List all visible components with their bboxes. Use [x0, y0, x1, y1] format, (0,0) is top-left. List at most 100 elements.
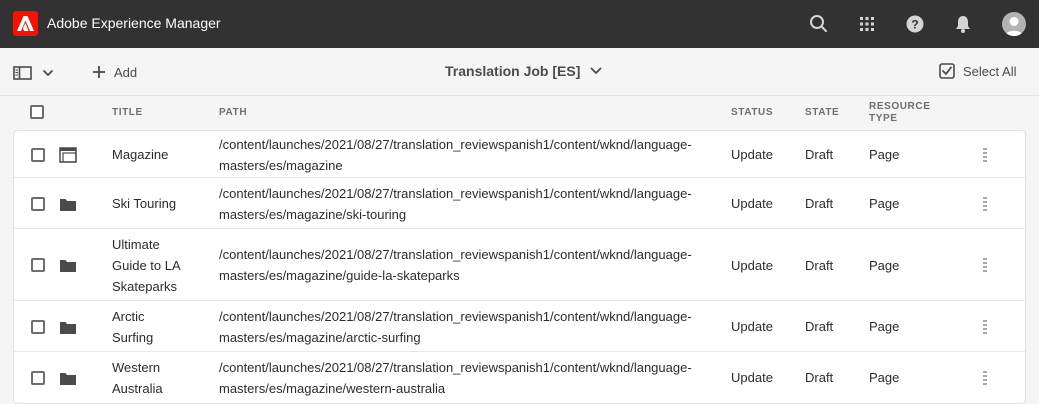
- rail-toggle-button[interactable]: [13, 64, 57, 82]
- row-path-line: /content/launches/2021/08/27/translation…: [219, 247, 692, 262]
- drag-handle-icon[interactable]: [981, 258, 989, 272]
- chevron-down-icon: [590, 67, 602, 74]
- row-type: Page: [869, 196, 900, 211]
- drag-handle-dot: [985, 382, 987, 385]
- row-type: Page: [869, 370, 900, 385]
- row-title-line: Western: [112, 359, 161, 375]
- folder-icon: [59, 370, 77, 386]
- folder-icon: [59, 257, 77, 273]
- row-path: /content/launches/2021/08/27/translation…: [219, 134, 692, 176]
- row-path-line: /content/launches/2021/08/27/translation…: [219, 185, 692, 201]
- row-title[interactable]: Ski Touring: [112, 193, 176, 214]
- table-row[interactable]: Ski Touring/content/launches/2021/08/27/…: [14, 178, 1025, 229]
- row-select-checkbox[interactable]: [31, 147, 45, 162]
- row-title-line: Surfing: [112, 329, 154, 345]
- table-header: TITLE PATH STATUS STATE RESOURCE TYPE: [0, 97, 1039, 130]
- select-all-label: Select All: [963, 63, 1017, 79]
- row-status: Update: [731, 370, 773, 385]
- shell-header: Adobe Experience Manager ?: [0, 0, 1039, 48]
- row-title-line: Magazine: [112, 147, 169, 162]
- drag-handle-dot: [985, 147, 987, 150]
- row-title-line: Arctic: [112, 308, 145, 324]
- bell-icon[interactable]: [951, 12, 975, 36]
- table-row[interactable]: Western Australia/content/launches/2021/0…: [14, 352, 1025, 403]
- row-select-checkbox[interactable]: [31, 370, 45, 385]
- select-all-button[interactable]: Select All: [939, 63, 1016, 79]
- column-status[interactable]: STATUS: [731, 107, 773, 118]
- checkbox-checked-icon: [939, 63, 955, 79]
- translation-job-table: Magazine/content/launches/2021/08/27/tra…: [13, 130, 1026, 404]
- row-state: Draft: [805, 257, 834, 273]
- column-resource-type-line2: TYPE: [869, 113, 898, 124]
- row-title[interactable]: Arctic Surfing: [112, 306, 153, 348]
- column-path[interactable]: PATH: [219, 107, 247, 118]
- drag-handle-dot: [985, 370, 987, 373]
- folder-icon: [59, 319, 77, 335]
- drag-handle-dot: [985, 374, 987, 377]
- row-title[interactable]: Magazine: [112, 144, 168, 165]
- row-title-line: Ski Touring: [112, 196, 177, 211]
- row-state: Draft: [805, 196, 834, 211]
- row-state: Draft: [805, 370, 834, 385]
- job-title-dropdown[interactable]: Translation Job [ES]: [445, 63, 602, 79]
- row-title-line: Ultimate: [112, 236, 160, 252]
- row-title-line: Australia: [112, 380, 163, 396]
- row-path-line: /content/launches/2021/08/27/translation…: [219, 308, 692, 324]
- apps-grid-icon[interactable]: [855, 12, 879, 36]
- header-select-checkbox[interactable]: [30, 105, 44, 119]
- column-state[interactable]: STATE: [805, 107, 839, 118]
- drag-handle-dot: [985, 319, 987, 322]
- svg-text:?: ?: [911, 18, 918, 32]
- drag-handle-dot: [985, 196, 987, 199]
- drag-handle-dot: [985, 258, 987, 260]
- row-path-line: /content/launches/2021/08/27/translation…: [219, 136, 692, 152]
- action-bar: Add Translation Job [ES] Select All: [0, 48, 1039, 96]
- table-row[interactable]: Ultimate Guide to LA Skateparks/content/la…: [14, 229, 1025, 301]
- row-status: Update: [731, 319, 773, 334]
- row-type: Page: [869, 257, 900, 273]
- row-path-line: masters/es/magazine/western-australia: [219, 380, 446, 396]
- drag-handle-dot: [985, 327, 987, 330]
- drag-handle-dot: [985, 378, 987, 381]
- drag-handle-dot: [985, 270, 987, 272]
- drag-handle-dot: [985, 159, 987, 162]
- drag-handle-dot: [985, 208, 987, 211]
- row-title[interactable]: Ultimate Guide to LA Skateparks: [112, 234, 181, 297]
- adobe-logo-icon[interactable]: [13, 11, 38, 36]
- row-select-checkbox[interactable]: [31, 319, 45, 334]
- row-state: Draft: [805, 147, 834, 162]
- page-icon: [59, 146, 77, 163]
- column-resource-type[interactable]: RESOURCE TYPE: [869, 101, 930, 125]
- row-status: Update: [731, 147, 773, 162]
- app-title[interactable]: Adobe Experience Manager: [47, 15, 221, 31]
- row-type: Page: [869, 147, 900, 162]
- table-row[interactable]: Arctic Surfing/content/launches/2021/08/2…: [14, 301, 1025, 352]
- search-icon[interactable]: [807, 12, 831, 36]
- table-row[interactable]: Magazine/content/launches/2021/08/27/tra…: [14, 131, 1025, 178]
- row-select-checkbox[interactable]: [31, 258, 45, 272]
- drag-handle-dot: [985, 200, 987, 203]
- drag-handle-icon[interactable]: [981, 319, 989, 334]
- drag-handle-dot: [985, 204, 987, 207]
- row-title[interactable]: Western Australia: [112, 357, 163, 399]
- row-select-checkbox[interactable]: [31, 196, 45, 211]
- folder-icon: [59, 196, 77, 212]
- drag-handle-dot: [985, 266, 987, 268]
- row-title-line: Guide to LA: [112, 257, 181, 273]
- row-path: /content/launches/2021/08/27/translation…: [219, 244, 692, 286]
- drag-handle-icon[interactable]: [981, 147, 989, 162]
- avatar[interactable]: [1002, 12, 1026, 36]
- column-title[interactable]: TITLE: [112, 107, 143, 118]
- row-status: Update: [731, 196, 773, 211]
- drag-handle-icon[interactable]: [981, 370, 989, 385]
- row-status: Update: [731, 257, 773, 273]
- row-path-line: masters/es/magazine/guide-la-skateparks: [219, 268, 460, 283]
- drag-handle-dot: [985, 331, 987, 334]
- help-icon[interactable]: ?: [903, 12, 927, 36]
- row-path-line: masters/es/magazine/ski-touring: [219, 206, 407, 222]
- row-type: Page: [869, 319, 900, 334]
- drag-handle-icon[interactable]: [981, 196, 989, 211]
- row-path-line: /content/launches/2021/08/27/translation…: [219, 359, 692, 375]
- add-button[interactable]: Add: [92, 63, 137, 81]
- row-path: /content/launches/2021/08/27/translation…: [219, 183, 692, 225]
